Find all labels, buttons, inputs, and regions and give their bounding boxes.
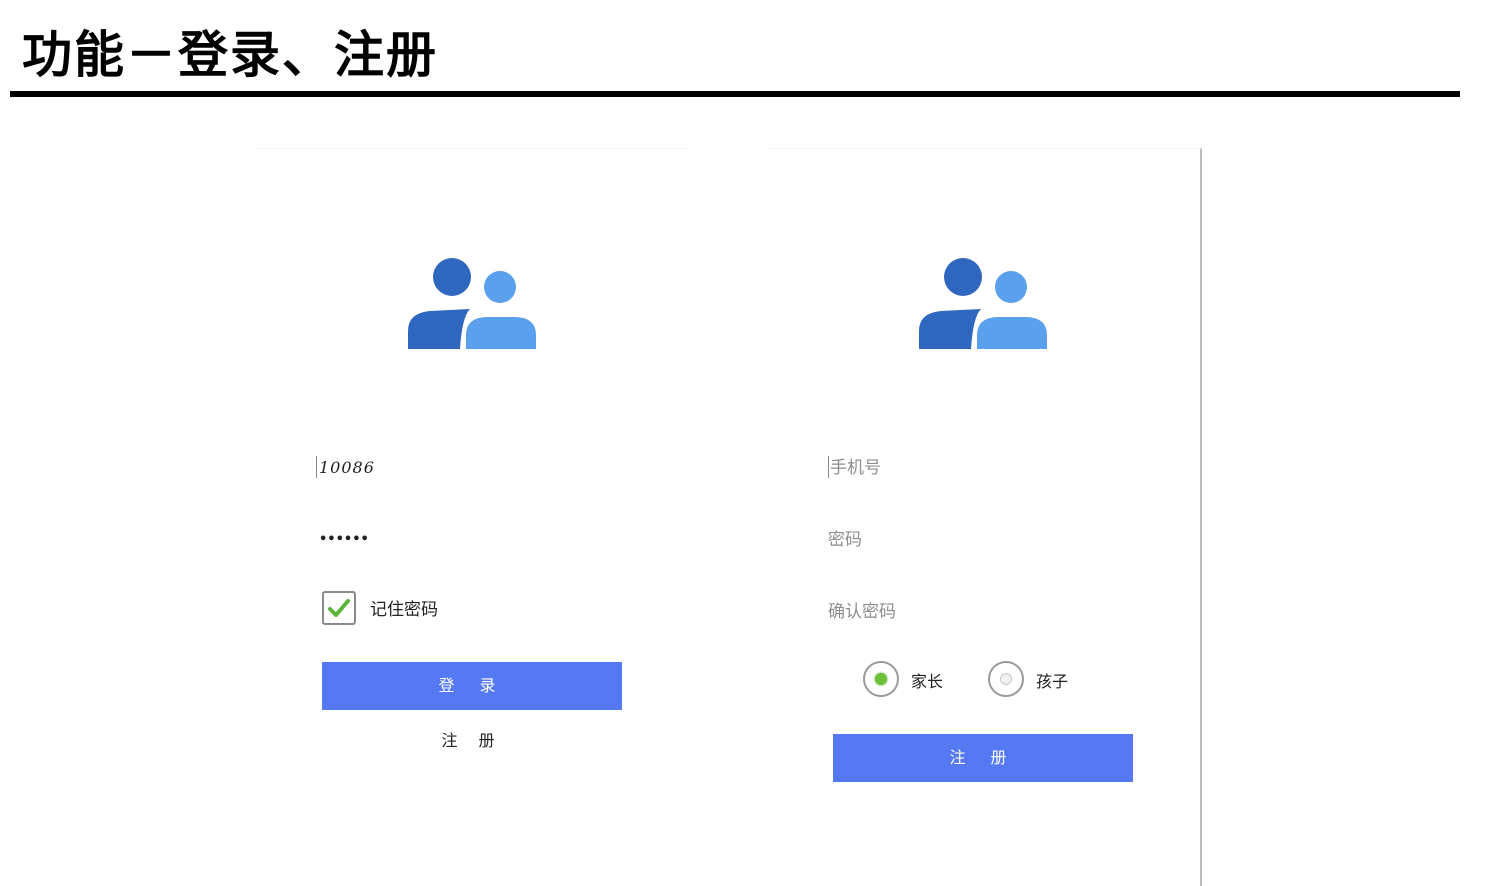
password-placeholder: 密码 <box>828 530 862 550</box>
radio-circle[interactable] <box>863 661 899 697</box>
password-value: •••••• <box>319 532 369 547</box>
role-label-child: 孩子 <box>1036 672 1069 691</box>
text-caret <box>828 456 829 478</box>
radio-unselected-dot <box>1000 673 1012 685</box>
users-icon <box>408 258 536 349</box>
radio-circle[interactable] <box>988 661 1024 697</box>
confirm-password-placeholder: 确认密码 <box>828 602 896 622</box>
checkbox-box[interactable] <box>322 591 356 625</box>
users-icon <box>919 258 1047 349</box>
title-divider <box>10 91 1460 97</box>
remember-password-label: 记住密码 <box>370 600 438 620</box>
radio-selected-dot <box>875 673 887 685</box>
checkmark-icon <box>328 599 350 617</box>
role-label-parent: 家长 <box>911 672 944 691</box>
phone-placeholder: 手机号 <box>830 458 881 478</box>
register-link[interactable]: 注 册 <box>322 727 622 755</box>
phone-input[interactable]: 手机号 <box>828 454 1148 482</box>
password-input[interactable]: •••••• <box>316 526 636 554</box>
register-screen: 手机号 密码 确认密码 家长 孩子 注 册 <box>768 148 1202 886</box>
username-value: 10086 <box>319 458 375 477</box>
page-title: 功能－登录、注册 <box>22 26 438 84</box>
confirm-password-input[interactable]: 确认密码 <box>828 598 1148 626</box>
register-button[interactable]: 注 册 <box>833 734 1133 782</box>
login-screen: 10086 •••••• 记住密码 登 录 注 册 <box>256 148 688 886</box>
slide: 功能－登录、注册 10086 •••••• 记住密码 登 录 注 册 手机号 密… <box>0 0 1488 886</box>
password-input[interactable]: 密码 <box>828 526 1148 554</box>
username-input[interactable]: 10086 <box>316 454 636 482</box>
login-button[interactable]: 登 录 <box>322 662 622 710</box>
text-caret <box>316 456 317 478</box>
